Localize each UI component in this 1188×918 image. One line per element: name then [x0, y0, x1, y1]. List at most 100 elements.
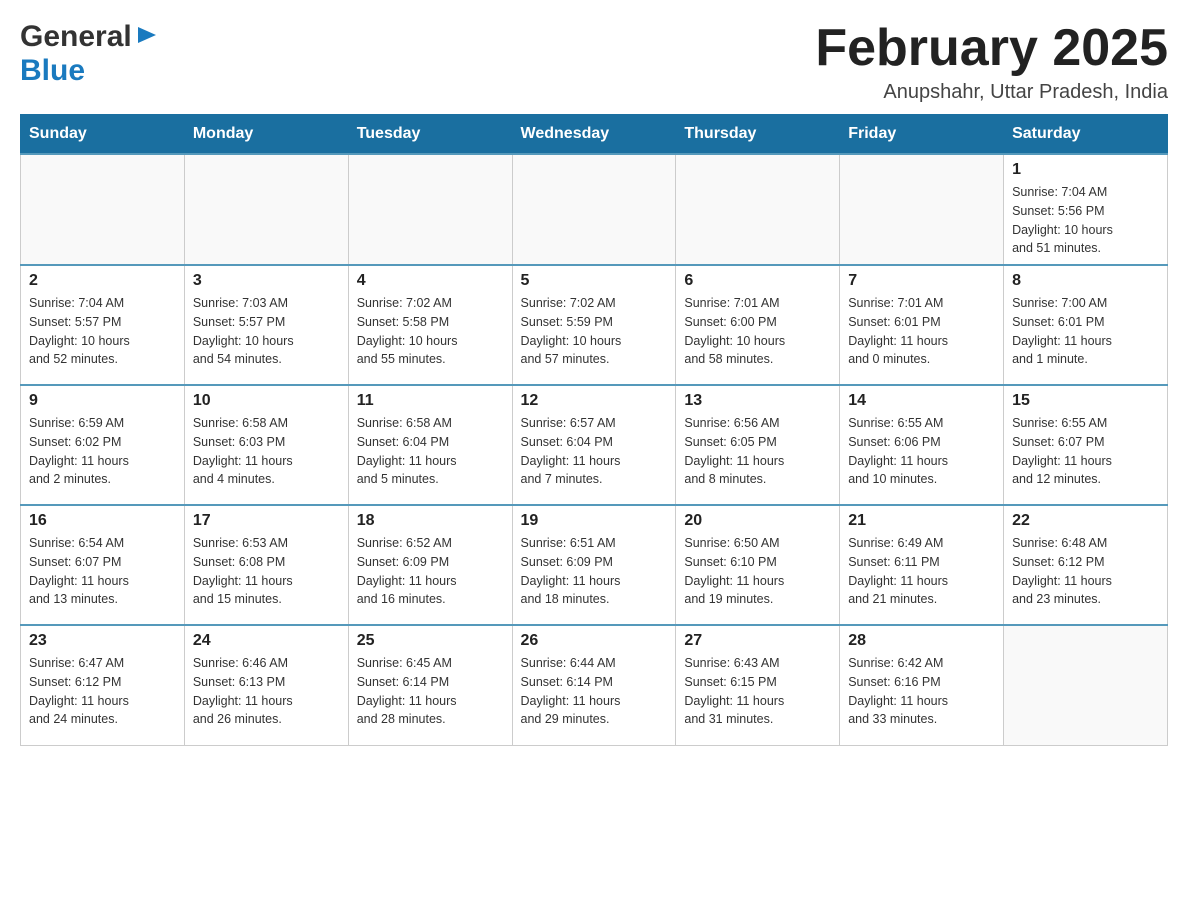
calendar-cell — [21, 154, 185, 265]
day-number: 13 — [684, 392, 831, 410]
day-info: Sunrise: 6:55 AMSunset: 6:07 PMDaylight:… — [1012, 414, 1159, 489]
day-number: 28 — [848, 632, 995, 650]
day-info: Sunrise: 7:03 AMSunset: 5:57 PMDaylight:… — [193, 294, 340, 369]
calendar-cell: 11Sunrise: 6:58 AMSunset: 6:04 PMDayligh… — [348, 385, 512, 505]
calendar-cell — [184, 154, 348, 265]
calendar-cell — [676, 154, 840, 265]
day-number: 27 — [684, 632, 831, 650]
day-number: 19 — [521, 512, 668, 530]
calendar-cell — [512, 154, 676, 265]
day-number: 20 — [684, 512, 831, 530]
day-info: Sunrise: 6:50 AMSunset: 6:10 PMDaylight:… — [684, 534, 831, 609]
day-number: 9 — [29, 392, 176, 410]
day-info: Sunrise: 7:00 AMSunset: 6:01 PMDaylight:… — [1012, 294, 1159, 369]
calendar-cell: 7Sunrise: 7:01 AMSunset: 6:01 PMDaylight… — [840, 265, 1004, 385]
calendar-cell: 24 Sunrise: 6:46 AMSunset: 6:13 PMDayligh… — [184, 625, 348, 745]
day-info: Sunrise: 6:51 AMSunset: 6:09 PMDaylight:… — [521, 534, 668, 609]
day-number: 23 — [29, 632, 176, 650]
day-number: 6 — [684, 272, 831, 290]
day-info: Sunrise: 7:01 AMSunset: 6:01 PMDaylight:… — [848, 294, 995, 369]
day-info: Sunrise: 6:53 AMSunset: 6:08 PMDaylight:… — [193, 534, 340, 609]
location-text: Anupshahr, Uttar Pradesh, India — [815, 81, 1168, 104]
calendar-cell: 5 Sunrise: 7:02 AMSunset: 5:59 PMDaylight… — [512, 265, 676, 385]
day-number: 25 — [357, 632, 504, 650]
calendar-cell: 3 Sunrise: 7:03 AMSunset: 5:57 PMDaylight… — [184, 265, 348, 385]
calendar-cell: 2 Sunrise: 7:04 AMSunset: 5:57 PMDaylight… — [21, 265, 185, 385]
weekday-header-tuesday: Tuesday — [348, 115, 512, 155]
calendar-cell: 26Sunrise: 6:44 AMSunset: 6:14 PMDayligh… — [512, 625, 676, 745]
calendar-cell: 16 Sunrise: 6:54 AMSunset: 6:07 PMDayligh… — [21, 505, 185, 625]
calendar-header: SundayMondayTuesdayWednesdayThursdayFrid… — [21, 115, 1168, 155]
calendar-week-row: 9 Sunrise: 6:59 AMSunset: 6:02 PMDaylight… — [21, 385, 1168, 505]
day-info: Sunrise: 6:42 AMSunset: 6:16 PMDaylight:… — [848, 654, 995, 729]
day-info: Sunrise: 6:58 AMSunset: 6:03 PMDaylight:… — [193, 414, 340, 489]
calendar-cell: 13Sunrise: 6:56 AMSunset: 6:05 PMDayligh… — [676, 385, 840, 505]
day-number: 16 — [29, 512, 176, 530]
calendar-cell: 8 Sunrise: 7:00 AMSunset: 6:01 PMDaylight… — [1004, 265, 1168, 385]
day-number: 10 — [193, 392, 340, 410]
day-number: 15 — [1012, 392, 1159, 410]
day-number: 11 — [357, 392, 504, 410]
day-info: Sunrise: 6:48 AMSunset: 6:12 PMDaylight:… — [1012, 534, 1159, 609]
calendar-cell: 14 Sunrise: 6:55 AMSunset: 6:06 PMDayligh… — [840, 385, 1004, 505]
calendar-body: 1 Sunrise: 7:04 AMSunset: 5:56 PMDaylight… — [21, 154, 1168, 745]
logo-blue-text: Blue — [20, 54, 85, 87]
day-number: 14 — [848, 392, 995, 410]
day-number: 18 — [357, 512, 504, 530]
day-info: Sunrise: 7:02 AMSunset: 5:58 PMDaylight:… — [357, 294, 504, 369]
calendar-cell: 17Sunrise: 6:53 AMSunset: 6:08 PMDayligh… — [184, 505, 348, 625]
day-info: Sunrise: 6:52 AMSunset: 6:09 PMDaylight:… — [357, 534, 504, 609]
day-info: Sunrise: 7:02 AMSunset: 5:59 PMDaylight:… — [521, 294, 668, 369]
day-number: 3 — [193, 272, 340, 290]
logo: General Blue — [20, 20, 156, 88]
day-info: Sunrise: 6:45 AMSunset: 6:14 PMDaylight:… — [357, 654, 504, 729]
weekday-header-friday: Friday — [840, 115, 1004, 155]
calendar-cell: 19 Sunrise: 6:51 AMSunset: 6:09 PMDayligh… — [512, 505, 676, 625]
weekday-header-wednesday: Wednesday — [512, 115, 676, 155]
day-info: Sunrise: 7:04 AMSunset: 5:56 PMDaylight:… — [1012, 183, 1159, 258]
day-info: Sunrise: 6:43 AMSunset: 6:15 PMDaylight:… — [684, 654, 831, 729]
day-info: Sunrise: 6:47 AMSunset: 6:12 PMDaylight:… — [29, 654, 176, 729]
calendar-cell: 23 Sunrise: 6:47 AMSunset: 6:12 PMDayligh… — [21, 625, 185, 745]
weekday-header-saturday: Saturday — [1004, 115, 1168, 155]
day-number: 4 — [357, 272, 504, 290]
calendar-cell: 1 Sunrise: 7:04 AMSunset: 5:56 PMDaylight… — [1004, 154, 1168, 265]
day-number: 5 — [521, 272, 668, 290]
day-number: 1 — [1012, 161, 1159, 179]
day-number: 12 — [521, 392, 668, 410]
day-info: Sunrise: 6:49 AMSunset: 6:11 PMDaylight:… — [848, 534, 995, 609]
calendar-cell: 20 Sunrise: 6:50 AMSunset: 6:10 PMDayligh… — [676, 505, 840, 625]
weekday-header-sunday: Sunday — [21, 115, 185, 155]
day-info: Sunrise: 6:57 AMSunset: 6:04 PMDaylight:… — [521, 414, 668, 489]
logo-general-text: General — [20, 20, 132, 54]
day-info: Sunrise: 7:01 AMSunset: 6:00 PMDaylight:… — [684, 294, 831, 369]
calendar-cell: 22Sunrise: 6:48 AMSunset: 6:12 PMDayligh… — [1004, 505, 1168, 625]
calendar-cell: 28 Sunrise: 6:42 AMSunset: 6:16 PMDayligh… — [840, 625, 1004, 745]
day-info: Sunrise: 7:04 AMSunset: 5:57 PMDaylight:… — [29, 294, 176, 369]
day-info: Sunrise: 6:59 AMSunset: 6:02 PMDaylight:… — [29, 414, 176, 489]
calendar-week-row: 2 Sunrise: 7:04 AMSunset: 5:57 PMDaylight… — [21, 265, 1168, 385]
weekday-header-thursday: Thursday — [676, 115, 840, 155]
month-title: February 2025 — [815, 20, 1168, 77]
day-info: Sunrise: 6:46 AMSunset: 6:13 PMDaylight:… — [193, 654, 340, 729]
day-number: 8 — [1012, 272, 1159, 290]
calendar-cell: 18 Sunrise: 6:52 AMSunset: 6:09 PMDayligh… — [348, 505, 512, 625]
calendar-cell — [1004, 625, 1168, 745]
day-info: Sunrise: 6:44 AMSunset: 6:14 PMDaylight:… — [521, 654, 668, 729]
calendar-cell: 9 Sunrise: 6:59 AMSunset: 6:02 PMDaylight… — [21, 385, 185, 505]
calendar-week-row: 16 Sunrise: 6:54 AMSunset: 6:07 PMDayligh… — [21, 505, 1168, 625]
day-info: Sunrise: 6:55 AMSunset: 6:06 PMDaylight:… — [848, 414, 995, 489]
weekday-header-monday: Monday — [184, 115, 348, 155]
day-number: 21 — [848, 512, 995, 530]
calendar-cell: 10 Sunrise: 6:58 AMSunset: 6:03 PMDayligh… — [184, 385, 348, 505]
calendar-cell — [840, 154, 1004, 265]
calendar-cell: 12 Sunrise: 6:57 AMSunset: 6:04 PMDayligh… — [512, 385, 676, 505]
day-number: 2 — [29, 272, 176, 290]
calendar-cell: 25 Sunrise: 6:45 AMSunset: 6:14 PMDayligh… — [348, 625, 512, 745]
calendar-cell: 27 Sunrise: 6:43 AMSunset: 6:15 PMDayligh… — [676, 625, 840, 745]
calendar-cell: 15 Sunrise: 6:55 AMSunset: 6:07 PMDayligh… — [1004, 385, 1168, 505]
day-info: Sunrise: 6:54 AMSunset: 6:07 PMDaylight:… — [29, 534, 176, 609]
day-number: 24 — [193, 632, 340, 650]
calendar-table: SundayMondayTuesdayWednesdayThursdayFrid… — [20, 114, 1168, 746]
calendar-week-row: 1 Sunrise: 7:04 AMSunset: 5:56 PMDaylight… — [21, 154, 1168, 265]
